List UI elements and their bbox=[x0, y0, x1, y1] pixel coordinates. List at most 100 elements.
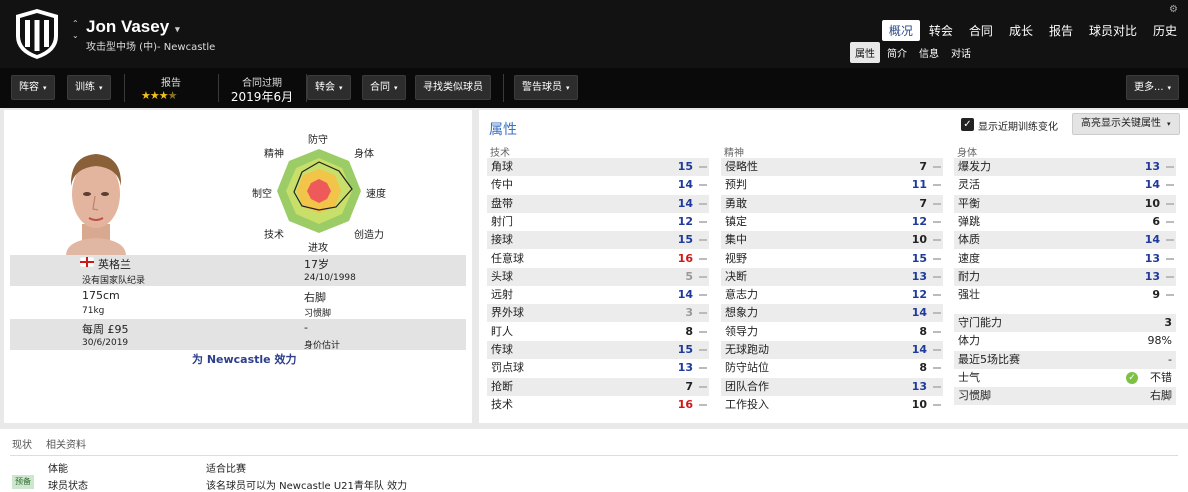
no-change-indicator bbox=[699, 257, 707, 260]
tab-related[interactable]: 相关资料 bbox=[46, 436, 86, 451]
attribute-row[interactable]: 团队合作 13 bbox=[721, 377, 943, 396]
more-button[interactable]: 更多... ▾ bbox=[1126, 75, 1180, 100]
no-change-indicator bbox=[933, 330, 941, 333]
player-nav-arrows[interactable]: ⌃ ⌄ bbox=[72, 18, 79, 42]
nation[interactable]: 英格兰 bbox=[98, 256, 131, 272]
condition-value: 不错 bbox=[1150, 370, 1172, 384]
attribute-row[interactable]: 决断 13 bbox=[721, 267, 943, 286]
tab-transfer[interactable]: 转会 bbox=[922, 20, 960, 41]
attribute-value: 16 bbox=[677, 397, 693, 411]
subtab-info[interactable]: 信息 bbox=[914, 42, 944, 63]
transfer-button[interactable]: 转会 ▾ bbox=[307, 75, 351, 100]
attribute-row[interactable]: 任意球 16 bbox=[487, 250, 709, 268]
tab-compare[interactable]: 球员对比 bbox=[1082, 20, 1144, 41]
attribute-name: 镇定 bbox=[725, 214, 747, 228]
attribute-row[interactable]: 镇定 12 bbox=[721, 213, 943, 231]
no-change-indicator bbox=[933, 385, 941, 388]
attribute-value: 14 bbox=[677, 178, 693, 192]
plays-for-link[interactable]: 为 Newcastle 效力 bbox=[192, 351, 296, 367]
subtab-profile[interactable]: 简介 bbox=[882, 42, 912, 63]
condition-value: - bbox=[1168, 352, 1172, 366]
condition-row[interactable]: 体力 98% bbox=[954, 332, 1176, 350]
attribute-row[interactable]: 强壮 9 bbox=[954, 286, 1176, 304]
attribute-row[interactable]: 工作投入 10 bbox=[721, 396, 943, 414]
attribute-row[interactable]: 无球跑动 14 bbox=[721, 341, 943, 359]
subtab-attributes[interactable]: 属性 bbox=[850, 42, 880, 63]
tab-overview[interactable]: 概况 bbox=[881, 20, 920, 41]
attribute-row[interactable]: 勇敢 7 bbox=[721, 194, 943, 213]
attribute-row[interactable]: 领导力 8 bbox=[721, 323, 943, 341]
attribute-value: 7 bbox=[685, 379, 693, 393]
attribute-row[interactable]: 弹跳 6 bbox=[954, 213, 1176, 231]
attribute-row[interactable]: 耐力 13 bbox=[954, 267, 1176, 286]
report-label: 报告 bbox=[161, 78, 181, 89]
condition-name: 守门能力 bbox=[958, 316, 1002, 329]
highlight-key-attributes-button[interactable]: 高亮显示关键属性 ▾ bbox=[1072, 113, 1180, 135]
player-header: ⌃ ⌄ Jon Vasey ▾ 攻击型中场 (中)- Newcastle ⚙ 概况 … bbox=[0, 0, 1188, 68]
squad-button[interactable]: 阵容 ▾ bbox=[11, 75, 55, 100]
attribute-row[interactable]: 传球 15 bbox=[487, 341, 709, 359]
attribute-row[interactable]: 预判 11 bbox=[721, 176, 943, 194]
condition-row[interactable]: 习惯脚 右脚 bbox=[954, 387, 1176, 406]
no-change-indicator bbox=[1166, 275, 1174, 278]
no-change-indicator bbox=[1166, 257, 1174, 260]
attribute-row[interactable]: 角球 15 bbox=[487, 158, 709, 176]
attribute-value: 12 bbox=[677, 214, 693, 228]
attribute-row[interactable]: 头球 5 bbox=[487, 267, 709, 286]
action-toolbar: 阵容 ▾ 训练 ▾ 报告 ★★★★ 合同过期 2019年6月 转会 ▾ 合同 ▾ 寻找类… bbox=[0, 68, 1188, 108]
show-training-label[interactable]: 显示近期训练变化 bbox=[978, 118, 1058, 133]
contract-expiry-value: 2019年6月 bbox=[230, 90, 294, 104]
attribute-row[interactable]: 爆发力 13 bbox=[954, 158, 1176, 176]
find-similar-button[interactable]: 寻找类似球员 bbox=[415, 75, 491, 100]
condition-row[interactable]: 守门能力 3 bbox=[954, 314, 1176, 332]
attribute-row[interactable]: 盘带 14 bbox=[487, 194, 709, 213]
tab-development[interactable]: 成长 bbox=[1002, 20, 1040, 41]
attribute-row[interactable]: 体质 14 bbox=[954, 231, 1176, 250]
attribute-row[interactable]: 想象力 14 bbox=[721, 304, 943, 323]
no-change-indicator bbox=[1166, 239, 1174, 242]
tab-history[interactable]: 历史 bbox=[1146, 20, 1184, 41]
subtab-talk[interactable]: 对话 bbox=[946, 42, 976, 63]
gear-icon[interactable]: ⚙ bbox=[1169, 4, 1178, 15]
warn-player-button[interactable]: 警告球员 ▾ bbox=[514, 75, 578, 100]
attribute-value: 15 bbox=[677, 160, 693, 173]
attribute-row[interactable]: 视野 15 bbox=[721, 250, 943, 268]
attribute-row[interactable]: 侵略性 7 bbox=[721, 158, 943, 176]
attribute-row[interactable]: 防守站位 8 bbox=[721, 359, 943, 377]
no-change-indicator bbox=[933, 220, 941, 223]
report-stars[interactable]: ★★★★ bbox=[141, 89, 177, 102]
player-position: 攻击型中场 (中)- Newcastle bbox=[86, 42, 216, 53]
no-change-indicator bbox=[699, 202, 707, 205]
tab-reports[interactable]: 报告 bbox=[1042, 20, 1080, 41]
attribute-row[interactable]: 技术 16 bbox=[487, 396, 709, 414]
tab-status[interactable]: 现状 bbox=[12, 436, 32, 451]
player-name[interactable]: Jon Vasey ▾ bbox=[86, 17, 180, 37]
attribute-name: 头球 bbox=[491, 269, 513, 283]
attribute-value: 16 bbox=[677, 251, 693, 265]
training-button[interactable]: 训练 ▾ bbox=[67, 75, 111, 100]
attribute-name: 罚点球 bbox=[491, 361, 524, 375]
attribute-value: 7 bbox=[919, 196, 927, 210]
attribute-row[interactable]: 集中 10 bbox=[721, 231, 943, 250]
attribute-row[interactable]: 灵活 14 bbox=[954, 176, 1176, 194]
attribute-row[interactable]: 界外球 3 bbox=[487, 304, 709, 323]
attribute-row[interactable]: 射门 12 bbox=[487, 213, 709, 231]
attribute-row[interactable]: 接球 15 bbox=[487, 231, 709, 250]
attribute-row[interactable]: 盯人 8 bbox=[487, 323, 709, 341]
no-change-indicator bbox=[1166, 166, 1174, 168]
attribute-row[interactable]: 平衡 10 bbox=[954, 194, 1176, 213]
show-training-checkbox[interactable]: ✓ bbox=[961, 118, 974, 131]
attribute-row[interactable]: 意志力 12 bbox=[721, 286, 943, 304]
attribute-row[interactable]: 远射 14 bbox=[487, 286, 709, 304]
no-change-indicator bbox=[699, 403, 707, 406]
attribute-row[interactable]: 抢断 7 bbox=[487, 377, 709, 396]
condition-row[interactable]: 最近5场比赛 - bbox=[954, 350, 1176, 369]
condition-row[interactable]: 士气 不错 ✓ bbox=[954, 369, 1176, 387]
chevron-down-icon[interactable]: ▾ bbox=[175, 24, 180, 34]
attribute-row[interactable]: 罚点球 13 bbox=[487, 359, 709, 377]
attribute-row[interactable]: 速度 13 bbox=[954, 250, 1176, 268]
attribute-row[interactable]: 传中 14 bbox=[487, 176, 709, 194]
technical-header: 技术 bbox=[490, 148, 510, 159]
tab-contract[interactable]: 合同 bbox=[962, 20, 1000, 41]
contract-button[interactable]: 合同 ▾ bbox=[362, 75, 406, 100]
